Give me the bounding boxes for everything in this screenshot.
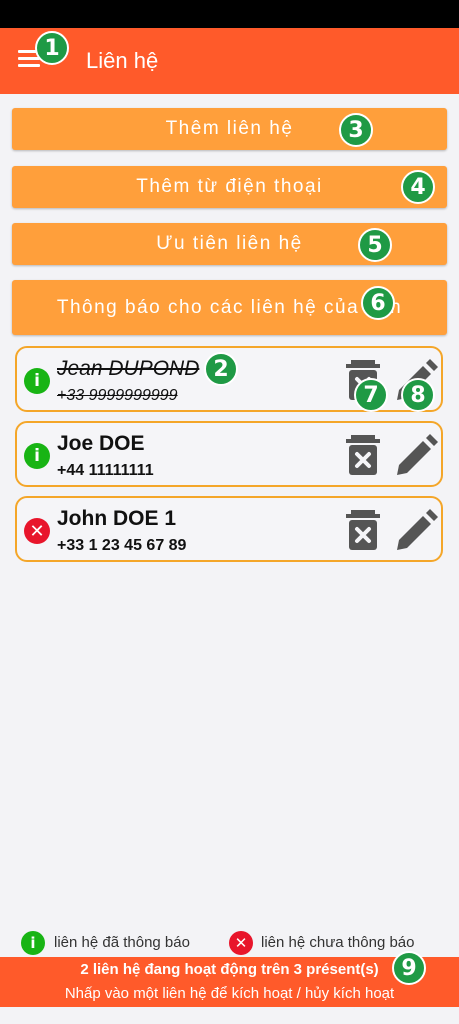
annotation-badge-2: 2 [204, 352, 238, 386]
pencil-icon[interactable] [393, 433, 439, 479]
footer-hint: Nhấp vào một liên hệ để kích hoạt / hủy … [64, 985, 395, 1002]
annotation-badge-8: 8 [401, 378, 435, 412]
active-contacts-summary: 2 liên hệ đang hoạt động trên 3 présent(… [80, 961, 379, 978]
footer: 2 liên hệ đang hoạt động trên 3 présent(… [0, 957, 459, 1007]
cross-icon: ✕ [229, 931, 253, 955]
contact-name: Joe DOE [57, 432, 145, 455]
contact-phone: +33 9999999999 [57, 387, 178, 404]
annotation-badge-7: 7 [354, 378, 388, 412]
contact-name: Jean DUPOND [57, 357, 200, 380]
app-bar: Liên hệ [0, 28, 459, 94]
legend-notified-label: liên hệ đã thông báo [54, 934, 190, 951]
trash-icon[interactable] [345, 508, 381, 552]
contact-card[interactable]: ✕ John DOE 1 +33 1 23 45 67 89 [15, 496, 443, 562]
info-icon: i [24, 368, 50, 394]
annotation-badge-3: 3 [339, 113, 373, 147]
info-icon: i [24, 443, 50, 469]
status-bar [0, 0, 459, 28]
contact-name: John DOE 1 [57, 507, 177, 530]
pencil-icon[interactable] [393, 508, 439, 554]
annotation-badge-6: 6 [361, 286, 395, 320]
info-icon: i [21, 931, 45, 955]
cross-icon: ✕ [24, 518, 50, 544]
trash-icon[interactable] [345, 433, 381, 477]
annotation-badge-5: 5 [358, 228, 392, 262]
page-title: Liên hệ [86, 48, 159, 73]
contact-card[interactable]: i Joe DOE +44 11111111 [15, 421, 443, 487]
annotation-badge-4: 4 [401, 170, 435, 204]
add-contact-button[interactable]: Thêm liên hệ [12, 108, 447, 150]
contact-phone: +33 1 23 45 67 89 [57, 537, 187, 554]
add-from-phone-button[interactable]: Thêm từ điện thoại [12, 166, 447, 208]
legend-not-notified-label: liên hệ chưa thông báo [261, 934, 415, 951]
contact-phone: +44 11111111 [57, 462, 154, 479]
annotation-badge-1: 1 [35, 31, 69, 65]
annotation-badge-9: 9 [392, 951, 426, 985]
legend: i liên hệ đã thông báo ✕ liên hệ chưa th… [0, 930, 459, 956]
